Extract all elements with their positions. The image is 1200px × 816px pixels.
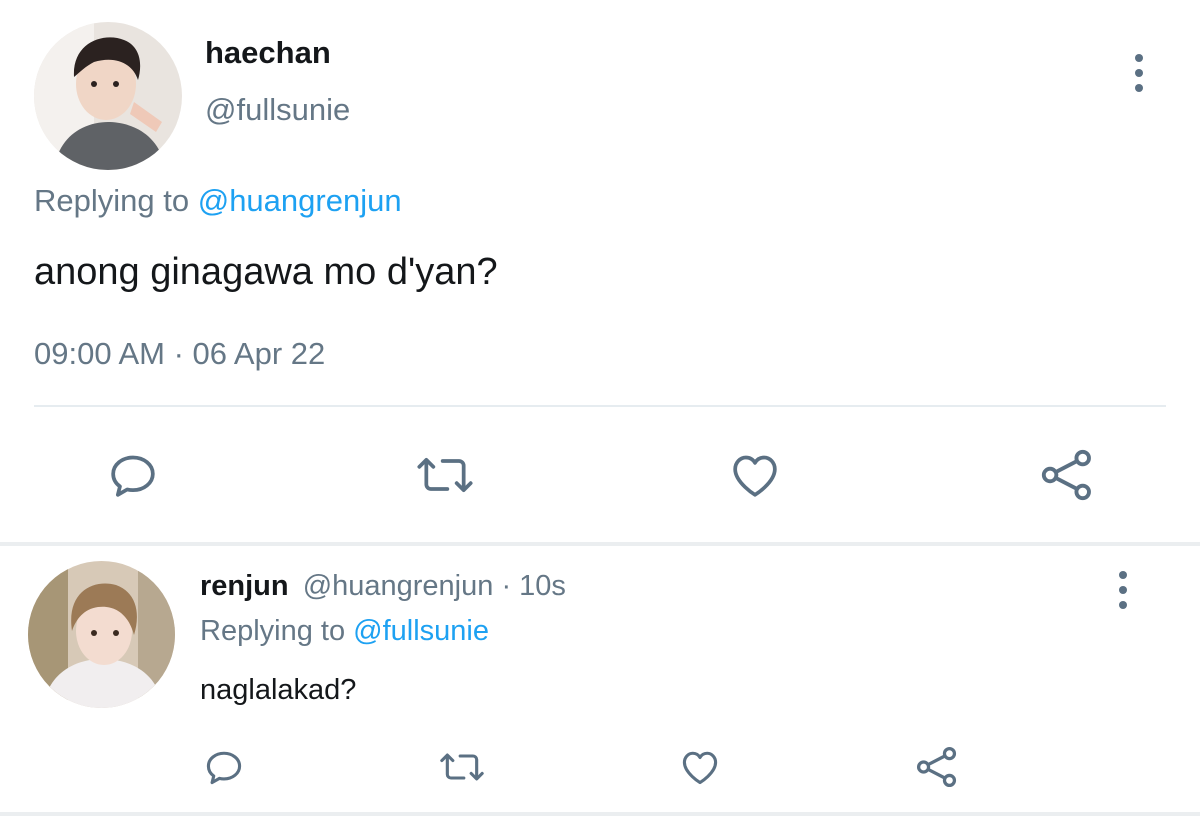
retweet-icon[interactable] (414, 447, 476, 503)
reply-time[interactable]: · 10s (501, 570, 565, 602)
reply-handle[interactable]: @huangrenjun (303, 570, 494, 602)
author-display-name[interactable]: haechan (205, 35, 331, 71)
reply-share-icon[interactable] (914, 743, 960, 791)
tweet-text: anong ginagawa mo d'yan? (34, 251, 498, 293)
reply-header: renjun @huangrenjun · 10s (200, 569, 566, 603)
reply-display-name[interactable]: renjun (200, 570, 289, 602)
tweet-timestamp[interactable]: 09:00 AM · 06 Apr 22 (34, 336, 325, 372)
reply-reply-icon[interactable] (202, 745, 246, 789)
reply-replying-to-label: Replying to (200, 615, 346, 647)
like-icon[interactable] (726, 447, 784, 503)
reply-icon[interactable] (105, 447, 161, 503)
reply-replying-to-handle[interactable]: @fullsunie (353, 615, 489, 647)
reply-text: naglalakad? (200, 674, 357, 706)
reply-like-icon[interactable] (677, 745, 723, 789)
reply-author-avatar[interactable] (28, 561, 175, 708)
replying-to-line: Replying to @huangrenjun (34, 183, 402, 219)
author-avatar[interactable] (34, 22, 182, 170)
more-options-icon[interactable] (1133, 54, 1145, 92)
reply-more-options-icon[interactable] (1117, 571, 1129, 609)
replying-to-handle[interactable]: @huangrenjun (198, 183, 402, 218)
reply-replying-to-line: Replying to @fullsunie (200, 614, 489, 648)
author-handle[interactable]: @fullsunie (205, 92, 350, 128)
replying-to-label: Replying to (34, 183, 190, 218)
reply-retweet-icon[interactable] (437, 745, 487, 789)
bottom-divider (0, 812, 1200, 816)
share-icon[interactable] (1038, 445, 1096, 505)
divider (34, 405, 1166, 407)
section-divider (0, 542, 1200, 546)
